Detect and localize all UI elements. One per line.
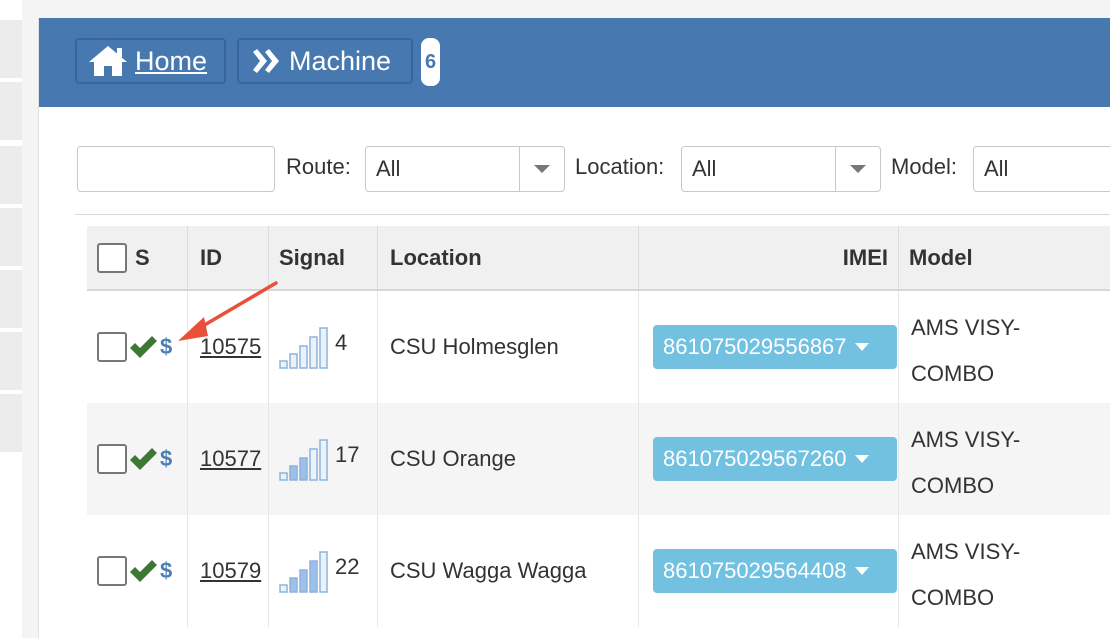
imei-value: 861075029564408	[663, 558, 847, 583]
breadcrumb-machine: Machine	[237, 38, 413, 84]
model-cell: AMS VISY-COMBO	[899, 291, 1110, 403]
signal-cell: 22	[269, 515, 378, 627]
signal-bars-icon	[279, 551, 328, 593]
table-row[interactable]: $ 10575 4 CSU Holmesglen 861075029556867…	[87, 291, 1110, 403]
row-checkbox[interactable]	[97, 556, 127, 586]
location-select-value: All	[692, 156, 717, 181]
model-select-value: All	[984, 156, 1009, 181]
column-header-s-label: S	[135, 244, 150, 270]
breadcrumb-home-label[interactable]: Home	[135, 46, 207, 77]
model-cell: AMS VISY-COMBO	[899, 515, 1110, 627]
sidebar-item[interactable]	[0, 146, 22, 206]
column-header-signal[interactable]: Signal	[269, 226, 378, 289]
signal-bars-icon	[279, 439, 328, 481]
machine-id-link[interactable]: 10575	[200, 334, 261, 360]
status-cell: $	[87, 291, 188, 403]
table-row[interactable]: $ 10579 22 CSU Wagga Wagga 8610750295644…	[87, 515, 1110, 627]
location-label: Location:	[575, 154, 665, 179]
table-header: S ID Signal Location IMEI Model	[87, 226, 1110, 291]
home-icon	[89, 46, 127, 76]
status-cell: $	[87, 515, 188, 627]
signal-cell: 4	[269, 291, 378, 403]
imei-value: 861075029567260	[663, 446, 847, 471]
location-cell: CSU Wagga Wagga	[378, 515, 639, 627]
caret-down-icon	[854, 455, 869, 463]
count-badge: 6	[421, 38, 440, 86]
check-icon	[130, 560, 157, 582]
breadcrumb-machine-label: Machine	[289, 45, 392, 76]
model-select[interactable]: All	[973, 146, 1110, 192]
machine-id-link[interactable]: 10579	[200, 558, 261, 584]
sidebar-item[interactable]	[0, 208, 22, 268]
double-chevron-right-icon	[253, 49, 279, 73]
route-select[interactable]: All	[365, 146, 565, 192]
dollar-icon: $	[160, 558, 173, 583]
divider	[75, 214, 1110, 215]
machine-panel: Home Machine 6 Route: All Location: All …	[38, 18, 1110, 638]
signal-value: 22	[335, 554, 360, 579]
check-icon	[130, 448, 157, 470]
imei-dropdown-button[interactable]: 861075029567260	[653, 437, 897, 481]
dollar-icon: $	[160, 446, 173, 471]
sidebar-item[interactable]	[0, 82, 22, 142]
caret-down-icon	[854, 567, 869, 575]
imei-cell: 861075029564408	[639, 515, 899, 627]
check-icon	[130, 336, 157, 358]
imei-dropdown-button[interactable]: 861075029556867	[653, 325, 897, 369]
column-header-id[interactable]: ID	[188, 226, 269, 289]
column-header-imei[interactable]: IMEI	[639, 226, 899, 289]
column-header-s[interactable]: S	[87, 226, 188, 289]
location-text: CSU Holmesglen	[390, 334, 559, 359]
machine-id-link[interactable]: 10577	[200, 446, 261, 472]
imei-cell: 861075029556867	[639, 291, 899, 403]
chevron-down-icon	[835, 147, 880, 191]
route-select-value: All	[376, 156, 401, 181]
caret-down-icon	[854, 343, 869, 351]
id-cell: 10579	[188, 515, 269, 627]
column-header-location[interactable]: Location	[378, 226, 639, 289]
signal-value: 17	[335, 442, 360, 467]
sidebar-item[interactable]	[0, 270, 22, 330]
model-text: AMS VISY-COMBO	[911, 427, 1021, 498]
id-cell: 10577	[188, 403, 269, 515]
signal-bars-icon	[279, 327, 328, 369]
route-label: Route:	[286, 154, 351, 179]
column-header-model[interactable]: Model	[899, 226, 1110, 289]
select-all-checkbox[interactable]	[97, 242, 127, 273]
breadcrumb: Home Machine 6	[39, 18, 1110, 107]
imei-cell: 861075029567260	[639, 403, 899, 515]
row-checkbox[interactable]	[97, 332, 127, 362]
imei-dropdown-button[interactable]: 861075029564408	[653, 549, 897, 593]
search-input[interactable]	[77, 146, 275, 192]
model-label: Model:	[891, 154, 958, 179]
signal-cell: 17	[269, 403, 378, 515]
model-cell: AMS VISY-COMBO	[899, 403, 1110, 515]
row-checkbox[interactable]	[97, 444, 127, 474]
model-text: AMS VISY-COMBO	[911, 315, 1021, 386]
location-select[interactable]: All	[681, 146, 881, 192]
location-cell: CSU Holmesglen	[378, 291, 639, 403]
table-row[interactable]: $ 10577 17 CSU Orange 861075029567260 AM…	[87, 403, 1110, 515]
sidebar-item[interactable]	[0, 394, 22, 454]
chevron-down-icon	[519, 147, 564, 191]
model-text: AMS VISY-COMBO	[911, 539, 1021, 610]
status-cell: $	[87, 403, 188, 515]
location-text: CSU Wagga Wagga	[390, 558, 587, 583]
breadcrumb-home[interactable]: Home	[75, 38, 226, 84]
dollar-icon: $	[160, 334, 173, 359]
sidebar-item[interactable]	[0, 20, 22, 80]
imei-value: 861075029556867	[663, 334, 847, 359]
location-cell: CSU Orange	[378, 403, 639, 515]
sidebar-item[interactable]	[0, 332, 22, 392]
id-cell: 10575	[188, 291, 269, 403]
location-text: CSU Orange	[390, 446, 516, 471]
signal-value: 4	[335, 330, 348, 355]
sidebar-stubs	[0, 0, 22, 638]
